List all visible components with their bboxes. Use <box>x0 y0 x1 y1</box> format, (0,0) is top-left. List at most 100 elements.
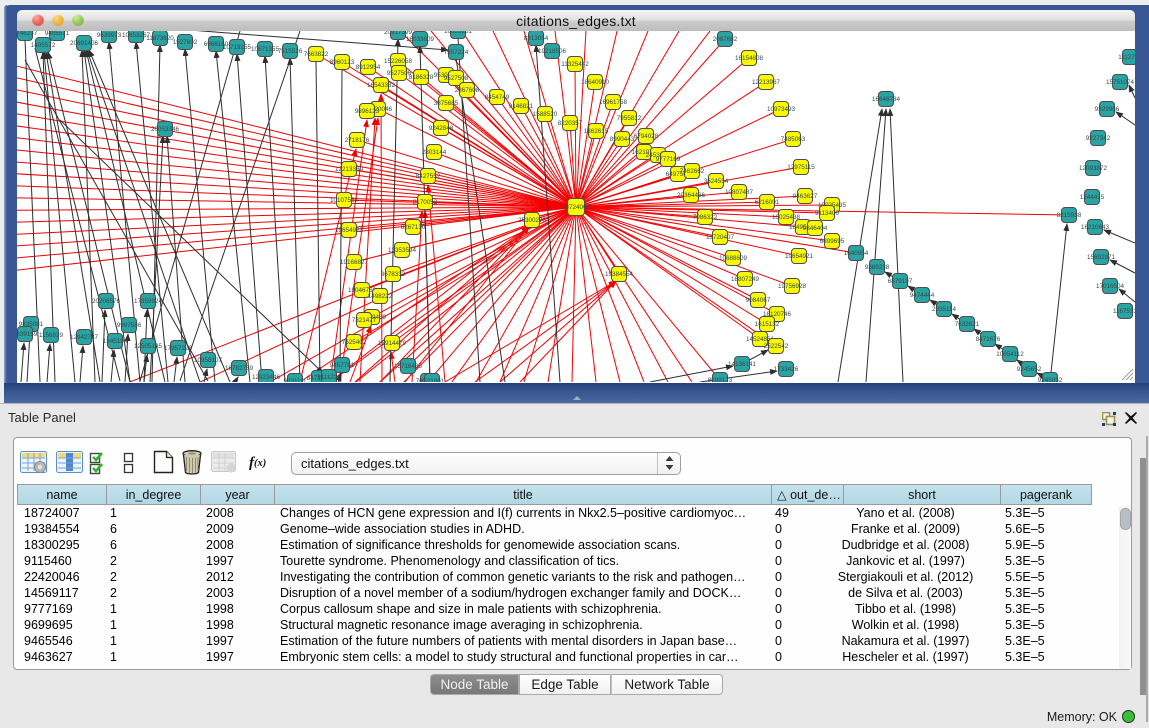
svg-text:20691406: 20691406 <box>70 40 99 47</box>
svg-text:17016504: 17016504 <box>1096 283 1125 290</box>
svg-text:1244415: 1244415 <box>1080 194 1105 201</box>
svg-text:1733426: 1733426 <box>774 366 799 373</box>
svg-text:12213369: 12213369 <box>335 166 364 173</box>
svg-text:20364436: 20364436 <box>677 192 706 199</box>
svg-text:17359924: 17359924 <box>134 298 163 305</box>
svg-text:9227342: 9227342 <box>1086 135 1111 142</box>
svg-text:17957223: 17957223 <box>164 345 193 352</box>
svg-text:16961758: 16961758 <box>599 99 628 106</box>
svg-text:15716485: 15716485 <box>394 363 423 370</box>
svg-text:16154808: 16154808 <box>735 55 764 62</box>
svg-text:9846404: 9846404 <box>803 225 828 232</box>
svg-text:1746237: 1746237 <box>17 31 38 37</box>
svg-text:8912954: 8912954 <box>356 64 381 71</box>
svg-text:8990443: 8990443 <box>610 136 635 143</box>
svg-text:7839159: 7839159 <box>17 331 38 338</box>
svg-text:12942737: 12942737 <box>70 334 99 341</box>
svg-text:2867608: 2867608 <box>455 87 480 94</box>
svg-text:9111222: 9111222 <box>317 374 341 381</box>
svg-text:16543382: 16543382 <box>367 82 396 89</box>
svg-text:6794028: 6794028 <box>634 133 659 140</box>
svg-text:3875685: 3875685 <box>434 100 459 107</box>
svg-text:10688609: 10688609 <box>719 255 748 262</box>
svg-text:1498222: 1498222 <box>368 293 393 300</box>
svg-text:18640910: 18640910 <box>581 79 610 86</box>
svg-text:8186328: 8186328 <box>409 74 434 81</box>
svg-text:19756928: 19756928 <box>778 283 807 290</box>
svg-text:8215938: 8215938 <box>1057 212 1082 219</box>
svg-text:9405571: 9405571 <box>45 31 70 37</box>
svg-text:8454749: 8454749 <box>485 94 510 101</box>
svg-text:19384554: 19384554 <box>605 271 634 278</box>
svg-text:7357224: 7357224 <box>444 49 469 56</box>
svg-text:18807249: 18807249 <box>731 276 760 283</box>
svg-text:9474444: 9474444 <box>910 292 935 299</box>
svg-text:10654112: 10654112 <box>996 351 1024 358</box>
svg-text:18724007: 18724007 <box>562 204 591 211</box>
svg-text:9245052: 9245052 <box>1038 377 1063 382</box>
svg-text:9113400: 9113400 <box>815 210 840 217</box>
svg-text:1527602: 1527602 <box>173 39 198 46</box>
svg-text:16033809: 16033809 <box>406 36 435 43</box>
svg-text:1362615: 1362615 <box>584 128 609 135</box>
svg-text:9896123: 9896123 <box>355 108 380 115</box>
svg-text:9457791: 9457791 <box>330 362 355 369</box>
svg-text:7625402: 7625402 <box>342 339 367 346</box>
svg-text:8960123: 8960123 <box>330 59 355 66</box>
svg-text:9527508: 9527508 <box>444 75 469 82</box>
svg-text:2170052: 2170052 <box>413 199 438 206</box>
svg-text:9146821: 9146821 <box>509 103 534 110</box>
svg-text:20053346: 20053346 <box>151 126 180 133</box>
svg-text:9245652: 9245652 <box>1017 366 1042 373</box>
svg-text:25300273: 25300273 <box>518 217 547 224</box>
svg-text:2087682: 2087682 <box>713 36 738 43</box>
svg-text:16914479: 16914479 <box>378 340 407 347</box>
svg-text:9997586: 9997586 <box>117 322 142 329</box>
svg-text:1615132: 1615132 <box>755 321 780 328</box>
svg-text:8678332: 8678332 <box>381 271 406 278</box>
svg-text:10653281: 10653281 <box>444 31 473 35</box>
svg-text:16210643: 16210643 <box>1081 224 1110 231</box>
svg-text:8599173: 8599173 <box>708 377 733 382</box>
svg-text:10958107: 10958107 <box>194 357 223 364</box>
svg-text:14136141: 14136141 <box>728 361 757 368</box>
svg-text:9389238: 9389238 <box>865 264 890 271</box>
svg-text:20206576: 20206576 <box>92 298 121 305</box>
svg-text:9329966: 9329966 <box>1095 106 1120 113</box>
svg-text:1405572: 1405572 <box>31 42 56 49</box>
svg-text:7321477: 7321477 <box>352 317 377 324</box>
svg-text:16648784: 16648784 <box>872 96 901 103</box>
svg-text:1345194: 1345194 <box>103 338 128 345</box>
svg-text:10973493: 10973493 <box>767 106 796 113</box>
svg-text:15692971: 15692971 <box>1087 254 1116 261</box>
svg-text:12353594: 12353594 <box>388 247 417 254</box>
svg-text:12093872: 12093872 <box>1079 165 1108 172</box>
svg-text:9777169: 9777169 <box>656 156 681 163</box>
svg-text:8471676: 8471676 <box>976 336 1001 343</box>
svg-text:3624554: 3624554 <box>704 178 729 185</box>
svg-text:7485063: 7485063 <box>781 136 806 143</box>
svg-text:6899695: 6899695 <box>820 238 845 245</box>
svg-text:8267130: 8267130 <box>401 224 426 231</box>
svg-text:10719155: 10719155 <box>223 44 252 51</box>
svg-text:7986322: 7986322 <box>693 214 718 221</box>
svg-text:8220357: 8220357 <box>558 120 583 127</box>
svg-text:19218506: 19218506 <box>538 48 567 55</box>
svg-text:2935114: 2935114 <box>932 306 957 313</box>
svg-text:12505135: 12505135 <box>134 343 163 350</box>
svg-text:6521001: 6521001 <box>420 378 445 382</box>
svg-text:(x): (x) <box>254 458 266 469</box>
svg-text:9084067: 9084067 <box>746 297 771 304</box>
svg-text:19654923: 19654923 <box>335 227 364 234</box>
svg-text:16782759: 16782759 <box>225 365 254 372</box>
svg-text:6216001: 6216001 <box>755 199 780 206</box>
svg-text:7515526: 7515526 <box>278 48 303 55</box>
svg-text:12923446: 12923446 <box>252 374 281 381</box>
svg-text:1640954: 1640954 <box>844 250 869 257</box>
svg-text:12213967: 12213967 <box>752 79 781 86</box>
svg-text:2803144: 2803144 <box>422 149 447 156</box>
svg-text:1112733: 1112733 <box>1118 54 1135 61</box>
svg-text:1588520: 1588520 <box>533 111 558 118</box>
svg-text:1167533: 1167533 <box>1113 308 1135 315</box>
svg-text:2522542: 2522542 <box>764 343 789 350</box>
